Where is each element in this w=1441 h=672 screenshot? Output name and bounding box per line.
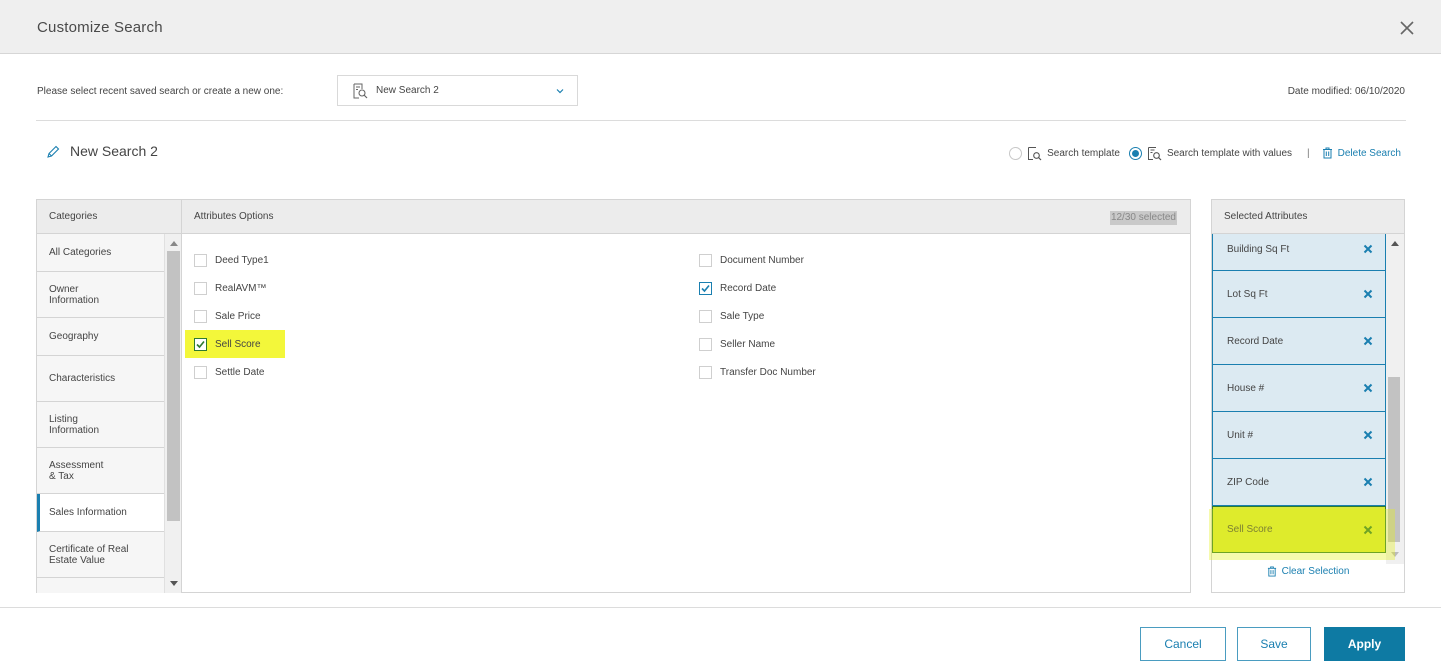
attribute-transfer-doc-number[interactable]: Transfer Doc Number bbox=[699, 358, 816, 386]
remove-icon[interactable] bbox=[1363, 430, 1373, 440]
selected-item-zip-code: ZIP Code bbox=[1212, 459, 1386, 506]
category-owner-information[interactable]: Owner Information bbox=[37, 272, 164, 318]
category-certificate-of-real-estate-value[interactable]: Certificate of Real Estate Value bbox=[37, 532, 164, 578]
trash-icon bbox=[1322, 147, 1332, 159]
scrollbar-thumb[interactable] bbox=[1388, 377, 1400, 542]
clear-selection-button[interactable]: Clear Selection bbox=[1212, 566, 1404, 577]
scroll-down-arrow-icon[interactable] bbox=[1391, 552, 1399, 557]
attributes-panel: Attributes Options 12/30 selected Deed T… bbox=[181, 199, 1191, 593]
selected-item-house-number: House # bbox=[1212, 365, 1386, 412]
checkbox[interactable] bbox=[699, 337, 712, 351]
scrollbar-thumb[interactable] bbox=[167, 251, 180, 521]
footer-divider bbox=[0, 607, 1441, 608]
search-template-values-icon bbox=[1147, 146, 1162, 160]
remove-icon[interactable] bbox=[1363, 289, 1373, 299]
categories-list: All Categories Owner Information Geograp… bbox=[37, 234, 164, 593]
close-button[interactable] bbox=[1397, 18, 1417, 38]
selected-attributes-list: Building Sq Ft Lot Sq Ft Record Date Hou… bbox=[1212, 234, 1386, 564]
apply-button[interactable]: Apply bbox=[1324, 627, 1405, 661]
search-template-with-values-label: Search template with values bbox=[1166, 147, 1293, 159]
dialog-title: Customize Search bbox=[37, 19, 163, 36]
checkbox-checked[interactable] bbox=[699, 281, 712, 295]
category-geography[interactable]: Geography bbox=[37, 318, 164, 356]
selected-item-building-sq-ft: Building Sq Ft bbox=[1212, 234, 1386, 271]
scroll-down-arrow-icon[interactable] bbox=[170, 581, 178, 586]
saved-search-label: Please select recent saved search or cre… bbox=[37, 86, 284, 97]
selected-attributes-panel: Selected Attributes Building Sq Ft Lot S… bbox=[1211, 199, 1405, 593]
saved-search-value: New Search 2 bbox=[376, 85, 439, 96]
search-template-option[interactable]: Search template bbox=[1009, 146, 1120, 161]
checkmark-icon bbox=[701, 284, 710, 292]
chevron-down-icon bbox=[556, 89, 564, 94]
dialog-header: Customize Search bbox=[0, 0, 1441, 54]
attribute-sale-type[interactable]: Sale Type bbox=[699, 302, 816, 330]
checkbox[interactable] bbox=[194, 253, 207, 267]
attribute-document-number[interactable]: Document Number bbox=[699, 246, 816, 274]
save-button[interactable]: Save bbox=[1237, 627, 1311, 661]
attributes-selected-count: 12/30 selected bbox=[1109, 211, 1177, 225]
attribute-record-date[interactable]: Record Date bbox=[699, 274, 816, 302]
close-icon bbox=[1400, 21, 1414, 35]
checkbox[interactable] bbox=[194, 309, 207, 323]
checkbox-checked[interactable] bbox=[194, 337, 207, 351]
category-listing-information[interactable]: Listing Information bbox=[37, 402, 164, 448]
search-template-icon bbox=[1028, 146, 1042, 160]
remove-icon[interactable] bbox=[1363, 477, 1373, 487]
delete-search-label: Delete Search bbox=[1337, 147, 1401, 159]
category-sales-information[interactable]: Sales Information bbox=[37, 494, 164, 532]
categories-header: Categories bbox=[37, 200, 181, 234]
selected-item-unit-number: Unit # bbox=[1212, 412, 1386, 459]
remove-icon[interactable] bbox=[1363, 525, 1373, 535]
checkbox[interactable] bbox=[194, 281, 207, 295]
category-assessment-tax[interactable]: Assessment & Tax bbox=[37, 448, 164, 494]
search-name[interactable]: New Search 2 bbox=[70, 143, 158, 159]
checkmark-icon bbox=[196, 340, 205, 348]
scroll-up-arrow-icon[interactable] bbox=[170, 241, 178, 246]
cancel-button[interactable]: Cancel bbox=[1140, 627, 1226, 661]
divider bbox=[36, 120, 1406, 121]
attribute-sale-price[interactable]: Sale Price bbox=[194, 302, 285, 330]
remove-icon[interactable] bbox=[1363, 336, 1373, 346]
selected-item-record-date: Record Date bbox=[1212, 318, 1386, 365]
remove-icon[interactable] bbox=[1363, 244, 1373, 254]
attribute-seller-name[interactable]: Seller Name bbox=[699, 330, 816, 358]
attributes-column-right: Document Number Record Date Sale Type Se… bbox=[699, 246, 816, 386]
category-all-categories[interactable]: All Categories bbox=[37, 234, 164, 272]
saved-search-dropdown[interactable]: New Search 2 bbox=[337, 75, 578, 106]
checkbox[interactable] bbox=[699, 365, 712, 379]
scroll-up-arrow-icon[interactable] bbox=[1391, 241, 1399, 246]
category-foreclosure[interactable]: Foreclosure & bbox=[37, 578, 164, 593]
search-template-with-values-option[interactable]: Search template with values bbox=[1128, 146, 1293, 161]
categories-panel: Categories All Categories Owner Informat… bbox=[36, 199, 182, 593]
date-modified: Date modified: 06/10/2020 bbox=[1287, 86, 1405, 97]
attributes-column-left: Deed Type1 RealAVM™ Sale Price Sell Scor… bbox=[185, 246, 285, 386]
checkbox[interactable] bbox=[699, 309, 712, 323]
search-template-radio[interactable] bbox=[1009, 146, 1023, 160]
attributes-header: Attributes Options 12/30 selected bbox=[182, 200, 1190, 234]
selected-item-sell-score: Sell Score bbox=[1212, 506, 1386, 553]
separator: | bbox=[1307, 147, 1310, 159]
attribute-realavm[interactable]: RealAVM™ bbox=[194, 274, 285, 302]
search-document-icon bbox=[353, 83, 368, 99]
attributes-header-label: Attributes Options bbox=[194, 211, 274, 222]
checkbox[interactable] bbox=[699, 253, 712, 267]
attribute-sell-score[interactable]: Sell Score bbox=[185, 330, 285, 358]
clear-selection-label: Clear Selection bbox=[1281, 566, 1350, 577]
remove-icon[interactable] bbox=[1363, 383, 1373, 393]
search-template-label: Search template bbox=[1047, 147, 1120, 159]
template-options: Search template Search template with val… bbox=[1009, 145, 1401, 161]
delete-search-button[interactable]: Delete Search bbox=[1322, 147, 1401, 159]
attribute-deed-type1[interactable]: Deed Type1 bbox=[194, 246, 285, 274]
category-characteristics[interactable]: Characteristics bbox=[37, 356, 164, 402]
checkbox[interactable] bbox=[194, 365, 207, 379]
search-template-with-values-radio[interactable] bbox=[1128, 146, 1142, 160]
selected-attributes-header: Selected Attributes bbox=[1212, 200, 1404, 234]
pencil-icon[interactable] bbox=[46, 145, 60, 159]
categories-scrollbar[interactable] bbox=[164, 234, 182, 593]
attribute-settle-date[interactable]: Settle Date bbox=[194, 358, 285, 386]
trash-icon bbox=[1267, 566, 1276, 577]
selected-item-lot-sq-ft: Lot Sq Ft bbox=[1212, 271, 1386, 318]
selected-attributes-scrollbar[interactable] bbox=[1386, 234, 1404, 564]
